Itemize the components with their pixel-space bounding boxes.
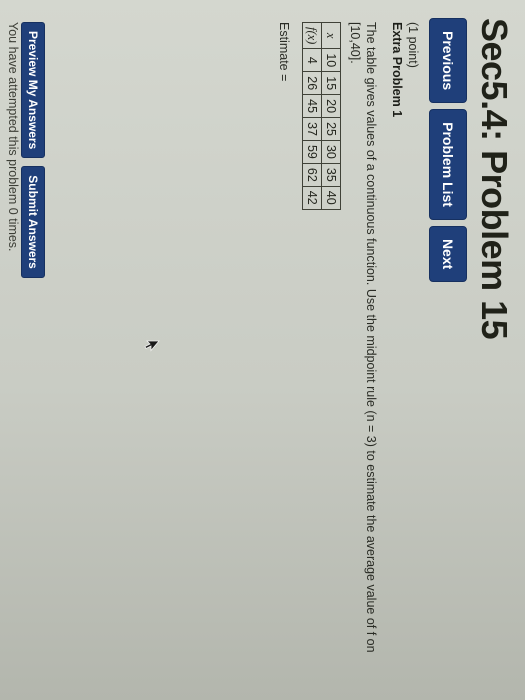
previous-button[interactable]: Previous — [429, 18, 467, 104]
table-cell: 4 — [302, 48, 322, 72]
attempts-status: You have attempted this problem 0 times. — [6, 22, 20, 252]
preview-answers-button[interactable]: Preview My Answers — [21, 22, 45, 159]
function-values-table: x 10 15 20 25 30 35 40 f(x) 4 26 45 37 5… — [302, 22, 341, 210]
table-cell: 15 — [321, 71, 341, 95]
table-cell: 40 — [321, 186, 341, 210]
table-cell: 42 — [302, 186, 322, 210]
mouse-cursor-icon — [144, 340, 160, 352]
next-button[interactable]: Next — [429, 225, 467, 283]
problem-heading: Extra Problem 1 — [390, 22, 404, 118]
table-row: f(x) 4 26 45 37 59 62 42 — [302, 22, 322, 210]
submit-answers-button[interactable]: Submit Answers — [21, 166, 45, 278]
table-cell: 26 — [302, 71, 322, 95]
fx-row-label: f(x) — [302, 22, 322, 49]
points-label: (1 point) — [406, 22, 420, 68]
table-row: x 10 15 20 25 30 35 40 — [321, 23, 341, 210]
webwork-problem-page: Sec5.4: Problem 15 Previous Problem List… — [0, 0, 525, 700]
problem-nav: Previous Problem List Next — [429, 18, 467, 283]
problem-body: (1 point) Extra Problem 1 The table give… — [276, 22, 421, 662]
estimate-row: Estimate = — [276, 22, 292, 662]
table-cell: 35 — [321, 163, 341, 187]
table-cell: 20 — [321, 94, 341, 118]
problem-statement: The table gives values of a continuous f… — [348, 22, 378, 653]
estimate-input[interactable] — [277, 84, 291, 237]
table-cell: 25 — [321, 117, 341, 141]
table-cell: 37 — [302, 117, 322, 141]
problem-list-button[interactable]: Problem List — [429, 109, 467, 220]
page-title: Sec5.4: Problem 15 — [474, 18, 515, 340]
table-cell: 30 — [321, 140, 341, 164]
estimate-label: Estimate = — [277, 22, 291, 82]
table-cell: 59 — [302, 140, 322, 164]
answer-actions: Preview My Answers Submit Answers — [21, 22, 45, 278]
table-cell: 62 — [302, 163, 322, 187]
table-cell: 10 — [321, 48, 341, 72]
x-row-label: x — [324, 32, 338, 39]
table-cell: 45 — [302, 94, 322, 118]
